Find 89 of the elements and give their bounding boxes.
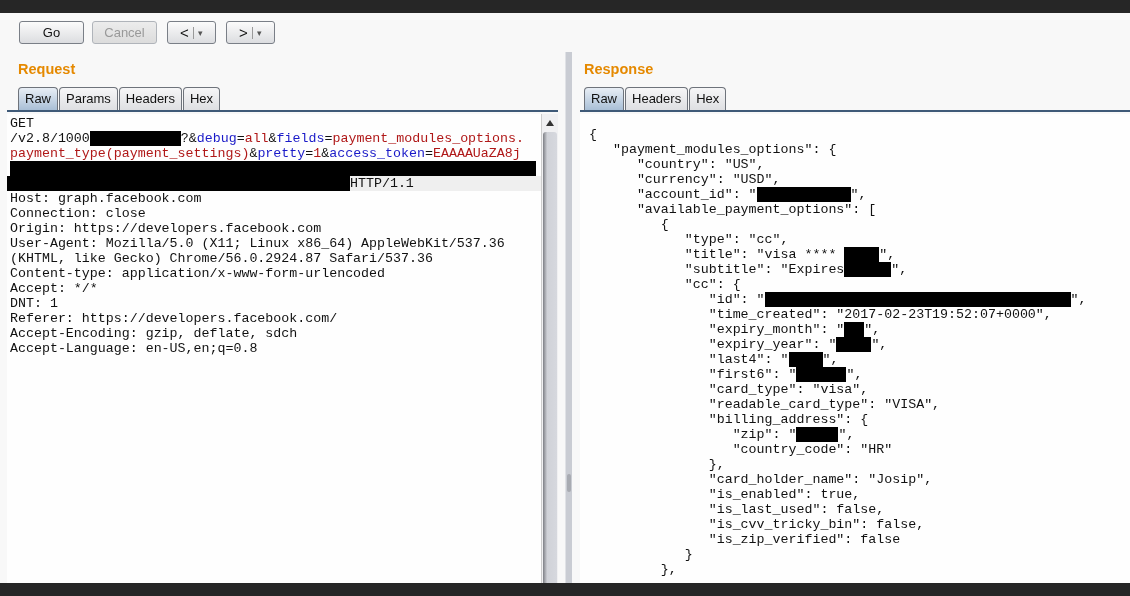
code-text: access_token: [329, 146, 425, 161]
code-text: =: [305, 146, 314, 161]
tab[interactable]: Raw: [584, 87, 624, 110]
code-text: ",: [1070, 292, 1087, 307]
code-text: {: [659, 217, 669, 232]
code-text: Referer: https://developers.facebook.com/: [10, 311, 338, 326]
code-text: User-Agent: Mozilla/5.0 (X11; Linux x86_64) AppleWebKit/537.36: [10, 236, 505, 251]
tab[interactable]: Hex: [689, 87, 727, 110]
code-text: "zip": ": [731, 427, 797, 442]
code-text: =: [324, 131, 333, 146]
code-text: "id": ": [707, 292, 765, 307]
code-text: fields: [276, 131, 325, 146]
code-text: "cc": {: [683, 277, 741, 292]
code-text: payment_modules_options.: [332, 131, 524, 146]
code-text: &: [249, 146, 258, 161]
code-text: ",: [846, 367, 863, 382]
code-text: "account_id": ": [635, 187, 757, 202]
code-text: EAAAAUaZA8j: [432, 146, 521, 161]
code-text: Accept-Encoding: gzip, deflate, sdch: [10, 326, 298, 341]
code-text: ",: [871, 337, 888, 352]
code-text: HTTP/1.1: [350, 176, 414, 191]
code-text: &: [268, 131, 277, 146]
code-text: "last4": ": [707, 352, 789, 367]
code-text: ",: [891, 262, 908, 277]
code-text: {: [589, 127, 597, 142]
history-button[interactable]: < ▾: [167, 21, 216, 44]
code-text: (KHTML, like Gecko) Chrome/56.0.2924.87 Safari/537.36: [10, 251, 433, 266]
code-text: &: [321, 146, 330, 161]
code-text: "card_type": "visa",: [707, 382, 869, 397]
code-text: "first6": ": [707, 367, 797, 382]
code-text: "country_code": "HR": [731, 442, 893, 457]
code-text: Connection: close: [10, 206, 146, 221]
code-text: "card_holder_name": "Josip",: [707, 472, 933, 487]
splitter[interactable]: [565, 52, 572, 583]
code-text: ?&: [180, 131, 197, 146]
scroll-thumb[interactable]: [543, 132, 557, 583]
code-text: ",: [838, 427, 855, 442]
code-text: Host: graph.facebook.com: [10, 191, 202, 206]
code-text: "is_enabled": true,: [707, 487, 861, 502]
code-text: =: [425, 146, 433, 161]
code-text: "available_payment_options": [: [635, 202, 877, 217]
tab[interactable]: Params: [59, 87, 118, 110]
code-text: "billing_address": {: [707, 412, 869, 427]
scrollbar[interactable]: [541, 114, 558, 583]
code-text: "readable_card_type": "VISA",: [707, 397, 941, 412]
history-button[interactable]: > ▾: [226, 21, 275, 44]
tab[interactable]: Headers: [118, 87, 182, 110]
splitter-handle[interactable]: [567, 474, 571, 492]
code-text: "title": "visa ****: [683, 247, 838, 262]
code-text: 1: [313, 146, 322, 161]
code-text: "currency": "USD",: [635, 172, 781, 187]
code-text: DNT: 1: [10, 296, 58, 311]
code-text: ",: [822, 352, 839, 367]
toolbar-button[interactable]: Go: [19, 21, 84, 44]
tab[interactable]: Headers: [625, 87, 689, 110]
pane-title: Request: [17, 60, 77, 78]
code-text: Accept: */*: [10, 281, 98, 296]
code-text: "expiry_month": ": [707, 322, 845, 337]
code-text: Accept-Language: en-US,en;q=0.8: [10, 341, 258, 356]
code-text: "time_created": "2017-02-23T19:52:07+0000",: [707, 307, 1052, 322]
code-text: debug: [196, 131, 237, 146]
redaction-bar: [796, 427, 839, 442]
code-text: "subtitle": "Expires: [683, 262, 845, 277]
code-text: },: [707, 457, 725, 472]
redaction-bar: [844, 247, 880, 262]
code-text: }: [683, 547, 693, 562]
code-text: ",: [879, 247, 896, 262]
code-text: "is_zip_verified": false: [707, 532, 901, 547]
pane-title: Response: [583, 60, 655, 78]
code-text: all: [244, 131, 269, 146]
code-text: "payment_modules_options": {: [611, 142, 837, 157]
redaction-bar: [844, 262, 892, 277]
code-text: pretty: [257, 146, 306, 161]
code-text: =: [236, 131, 245, 146]
tab[interactable]: Raw: [18, 87, 58, 110]
code-text: ",: [850, 187, 867, 202]
code-text: "is_last_used": false,: [707, 502, 885, 517]
code-text: },: [659, 562, 677, 577]
code-text: "type": "cc",: [683, 232, 789, 247]
code-text: ",: [864, 322, 881, 337]
code-text: "country": "US",: [635, 157, 765, 172]
tab[interactable]: Hex: [182, 87, 221, 110]
code-text: Content-type: application/x-www-form-urlencoded: [10, 266, 386, 281]
code-text: Origin: https://developers.facebook.com: [10, 221, 322, 236]
code-text: /v2.8/1000: [10, 131, 90, 146]
code-text: "expiry_year": ": [707, 337, 837, 352]
code-text: payment_type(payment_settings): [10, 146, 250, 161]
code-text: "is_cvv_tricky_bin": false,: [707, 517, 925, 532]
code-text: GET: [10, 116, 34, 131]
